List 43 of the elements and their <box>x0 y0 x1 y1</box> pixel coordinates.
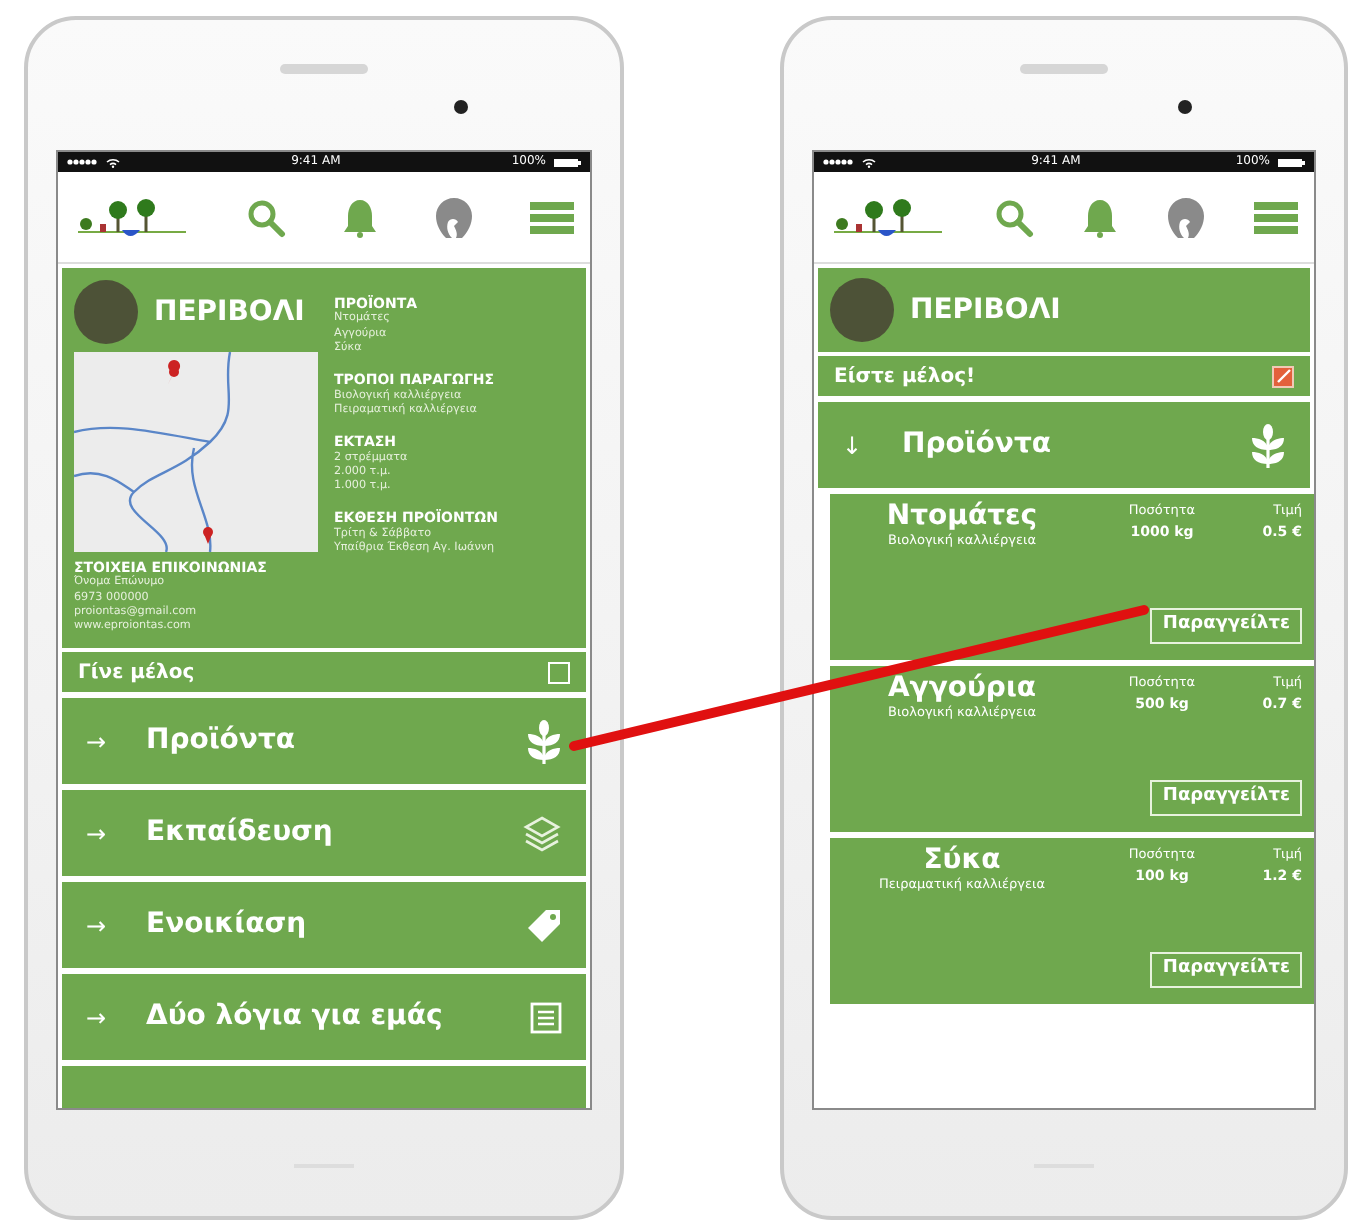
wifi-icon <box>106 157 120 167</box>
farm-title: ΠΕΡΙΒΟΛΙ <box>910 291 1061 329</box>
document-icon <box>530 1001 562 1033</box>
menu-item[interactable]: → Προϊόντα <box>62 698 586 784</box>
membership-label: Γίνε μέλος <box>78 659 195 687</box>
camera-dot <box>1178 100 1192 114</box>
wheat-icon <box>1250 423 1286 467</box>
order-button[interactable]: Παραγγείλτε <box>1150 608 1302 644</box>
bell-icon[interactable] <box>342 197 378 237</box>
signal-icon <box>66 158 98 166</box>
battery-icon <box>1277 157 1306 167</box>
membership-checkbox[interactable] <box>1272 365 1294 387</box>
photo-placeholder <box>74 280 138 344</box>
menu-item[interactable]: → Ενοικίαση <box>62 882 586 968</box>
order-button[interactable]: Παραγγείλτε <box>1150 952 1302 988</box>
search-icon[interactable] <box>994 197 1034 237</box>
logo-drawing[interactable] <box>74 193 190 241</box>
product-name: Σύκα <box>923 846 1001 877</box>
menu-item[interactable]: → Εκπαίδευση <box>62 790 586 876</box>
wifi-icon <box>862 157 876 167</box>
product-name: Αγγούρια <box>887 674 1037 705</box>
photo-placeholder <box>830 278 894 342</box>
menu-icon[interactable] <box>530 199 574 235</box>
signal-icon <box>822 158 854 166</box>
layers-icon <box>522 813 562 853</box>
battery-icon <box>553 157 582 167</box>
search-icon[interactable] <box>246 197 286 237</box>
menu-item[interactable]: → Δύο λόγια για εμάς <box>62 974 586 1060</box>
membership-label: Είστε μέλος! <box>834 363 976 391</box>
menu-icon[interactable] <box>1254 199 1298 235</box>
product-name: Ντομάτες <box>886 502 1038 533</box>
profile-icon[interactable] <box>434 195 474 239</box>
order-button[interactable]: Παραγγείλτε <box>1150 780 1302 816</box>
speaker-slot <box>1020 64 1108 74</box>
tag-icon <box>526 907 562 943</box>
profile-icon[interactable] <box>1166 195 1206 239</box>
farm-title: ΠΕΡΙΒΟΛΙ <box>154 293 305 331</box>
menu-item[interactable]: ↓ Προϊόντα <box>818 402 1310 488</box>
bell-icon[interactable] <box>1082 197 1118 237</box>
logo-drawing[interactable] <box>830 193 946 241</box>
wheat-icon <box>526 719 562 763</box>
camera-dot <box>454 100 468 114</box>
speaker-slot <box>280 64 368 74</box>
